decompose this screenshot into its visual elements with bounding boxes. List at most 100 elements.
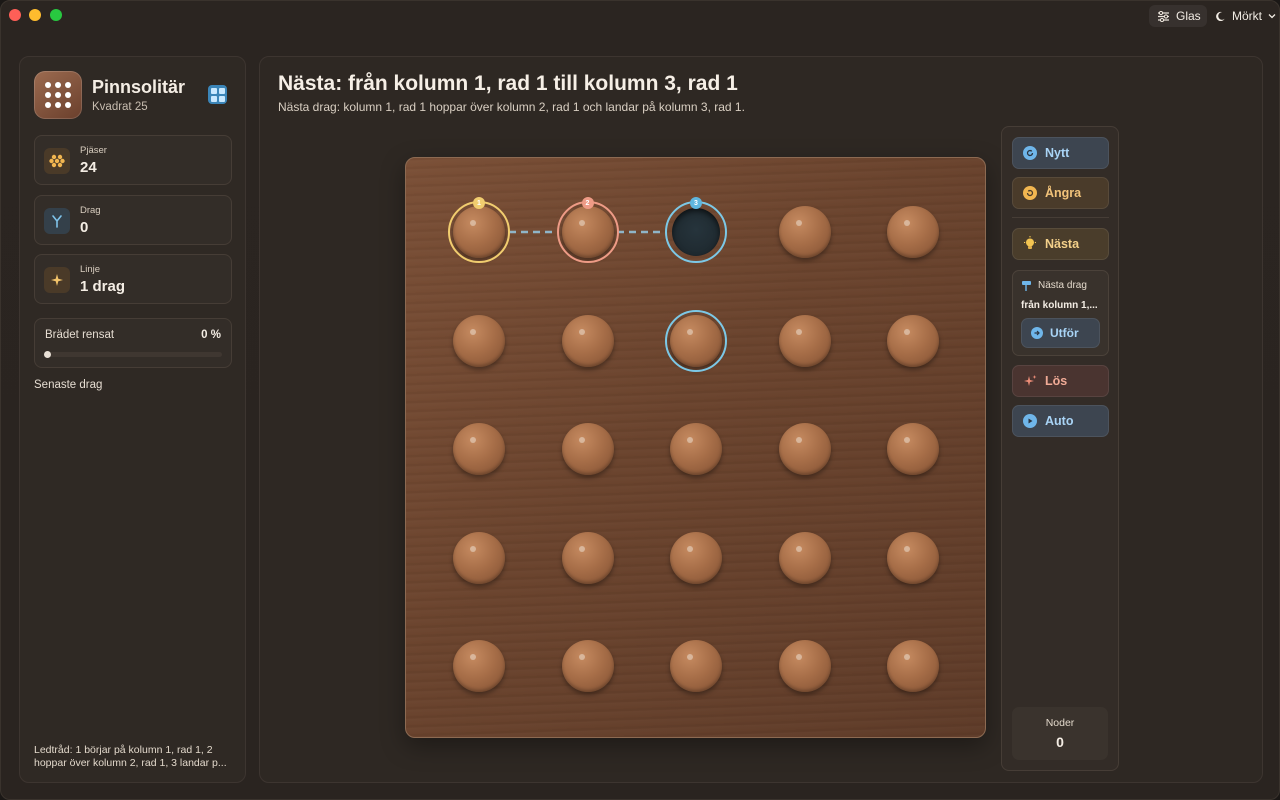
peg[interactable] <box>670 640 722 692</box>
stat-value: 1 drag <box>80 278 126 295</box>
dark-mode-menu[interactable]: Mörkt <box>1211 5 1277 27</box>
peg[interactable] <box>778 531 831 584</box>
stat-card-pegs: Pjäser 24 <box>34 135 232 185</box>
move-highlight-ring <box>556 201 619 263</box>
next-move-card: Nästa drag från kolumn 1,... Utför <box>1012 270 1109 356</box>
board-hole[interactable]: 3 <box>665 197 727 263</box>
auto-play-button[interactable]: Auto <box>1012 405 1109 437</box>
peg[interactable] <box>887 640 939 692</box>
stat-label: Drag <box>80 205 101 216</box>
chevron-down-icon <box>1268 14 1276 19</box>
peg[interactable] <box>887 314 939 367</box>
next-hint-label: Nästa <box>1045 237 1080 251</box>
peg[interactable] <box>887 531 939 584</box>
peg[interactable] <box>778 640 831 692</box>
board-hole[interactable] <box>450 420 508 478</box>
board-hole[interactable] <box>776 420 834 478</box>
selected-peg-ring <box>665 309 727 372</box>
peg[interactable] <box>778 314 831 367</box>
board-hole[interactable] <box>776 203 834 261</box>
board-hole[interactable] <box>667 420 725 478</box>
divider <box>1012 217 1109 218</box>
board-hole[interactable] <box>450 312 508 370</box>
peg[interactable] <box>670 531 722 584</box>
move-step-badge: 3 <box>690 197 702 209</box>
progress-track <box>44 351 222 358</box>
board-hole[interactable] <box>667 637 725 695</box>
board-hole[interactable] <box>884 203 942 261</box>
peg[interactable] <box>778 423 831 475</box>
board-hole[interactable] <box>884 312 942 370</box>
board-hole[interactable] <box>776 312 834 370</box>
moon-icon <box>1216 11 1225 21</box>
minimize-window-button[interactable] <box>29 9 41 21</box>
nodes-label: Noder <box>1045 717 1075 729</box>
peg[interactable] <box>887 206 939 258</box>
board-variant-label: Kvadrat 25 <box>92 101 148 113</box>
move-highlight-ring <box>448 201 510 263</box>
progress-indicator <box>44 351 51 358</box>
game-board: 1 2 3 <box>405 157 986 738</box>
close-window-button[interactable] <box>9 9 21 21</box>
page-subtitle: Nästa drag: kolumn 1, rad 1 hoppar över … <box>278 100 745 114</box>
board-hole[interactable] <box>450 529 508 587</box>
board-hole[interactable] <box>665 309 727 372</box>
sparkles-icon <box>1023 374 1037 388</box>
sidebar: Pinnsolitär Kvadrat 25 Pjäser 24 Drag 0 <box>19 56 246 783</box>
board-hole[interactable]: 1 <box>448 197 510 263</box>
undo-button[interactable]: Ångra <box>1012 177 1109 209</box>
new-game-button[interactable]: Nytt <box>1012 137 1109 169</box>
page-title: Nästa: från kolumn 1, rad 1 till kolumn … <box>278 72 738 95</box>
board-hole[interactable] <box>559 637 617 695</box>
glass-theme-label: Glas <box>1176 9 1201 23</box>
move-step-badge: 2 <box>581 197 594 209</box>
actions-panel: Nytt Ångra Nästa Nästa drag från kolumn … <box>1001 126 1119 771</box>
peg[interactable] <box>561 640 614 692</box>
board-hole[interactable] <box>776 637 834 695</box>
board-hole[interactable] <box>884 420 942 478</box>
peg[interactable] <box>453 531 505 584</box>
board-layout-icon[interactable] <box>208 85 227 104</box>
peg[interactable] <box>561 531 614 584</box>
peg[interactable] <box>670 423 722 475</box>
board-hole[interactable] <box>559 420 617 478</box>
maximize-window-button[interactable] <box>50 9 62 21</box>
board-hole[interactable] <box>667 529 725 587</box>
next-hint-button[interactable]: Nästa <box>1012 228 1109 260</box>
solve-label: Lös <box>1045 374 1068 388</box>
main-panel: Nästa: från kolumn 1, rad 1 till kolumn … <box>259 56 1263 783</box>
board-hole[interactable] <box>776 529 834 587</box>
board-hole[interactable] <box>559 529 617 587</box>
recent-moves-heading: Senaste drag <box>34 379 103 391</box>
peg[interactable] <box>453 640 505 692</box>
dark-mode-label: Mörkt <box>1232 9 1262 23</box>
titlebar: Glas Mörkt <box>1 1 1279 31</box>
board-hole[interactable] <box>450 637 508 695</box>
glass-theme-button[interactable]: Glas <box>1149 5 1207 27</box>
app-logo-icon <box>34 71 82 119</box>
peg[interactable] <box>561 314 614 367</box>
move-highlight-ring <box>665 201 727 263</box>
nodes-counter: Noder 0 <box>1012 707 1108 760</box>
peg[interactable] <box>778 206 831 258</box>
execute-move-label: Utför <box>1050 326 1079 340</box>
board-hole[interactable] <box>559 312 617 370</box>
sparkle-icon <box>44 267 70 293</box>
app-window: Glas Mörkt Pinnsolitär Kvadrat 25 Pjäser… <box>0 0 1280 800</box>
board-hole[interactable]: 2 <box>556 197 619 263</box>
board-hole[interactable] <box>884 529 942 587</box>
stat-label: Linje <box>80 264 101 275</box>
execute-move-button[interactable]: Utför <box>1021 318 1100 348</box>
peg[interactable] <box>561 423 614 475</box>
new-game-label: Nytt <box>1045 146 1070 160</box>
peg[interactable] <box>453 423 505 475</box>
undo-label: Ångra <box>1045 186 1082 200</box>
peg[interactable] <box>453 314 505 367</box>
board-hole[interactable] <box>884 637 942 695</box>
next-move-card-heading: Nästa drag <box>1038 280 1087 291</box>
solve-button[interactable]: Lös <box>1012 365 1109 397</box>
stat-value: 24 <box>80 159 97 176</box>
stat-card-line: Linje 1 drag <box>34 254 232 304</box>
stat-label: Pjäser <box>80 145 107 156</box>
peg[interactable] <box>887 423 939 475</box>
